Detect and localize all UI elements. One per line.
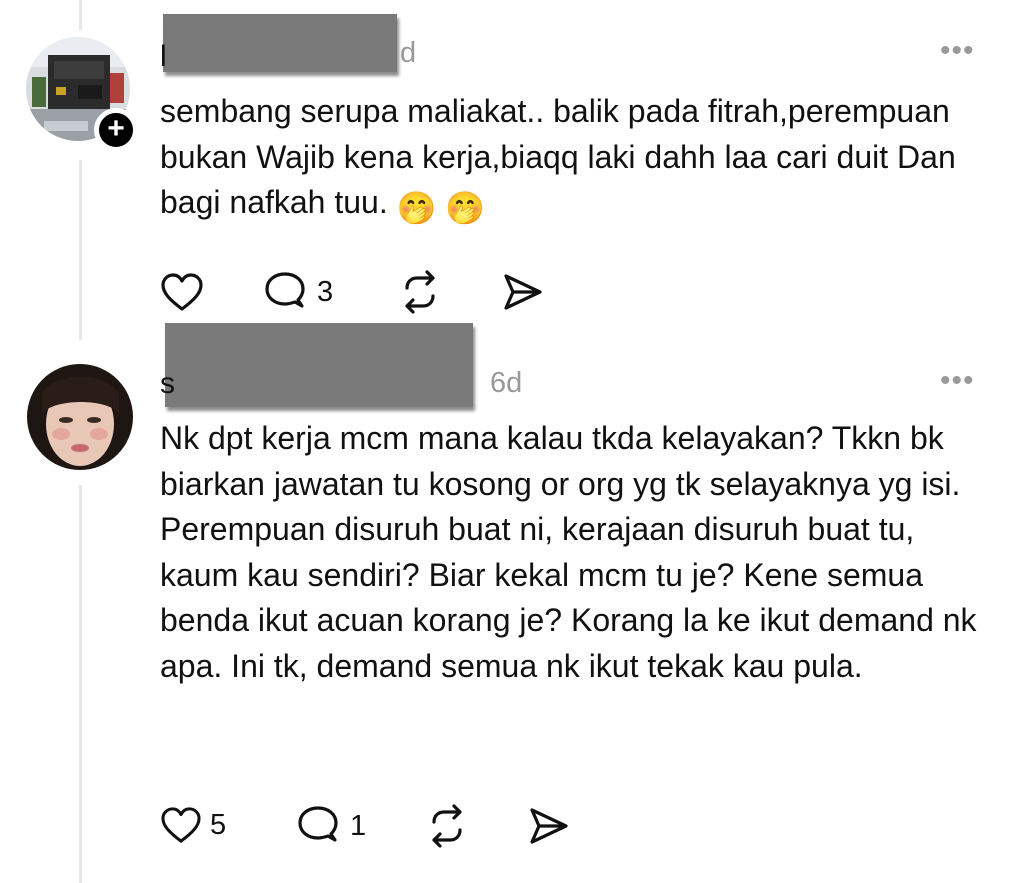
like-button[interactable]: 5 — [160, 806, 226, 844]
repost-icon — [432, 804, 462, 848]
post-text-content: sembang serupa maliakat.. balik pada fit… — [160, 93, 956, 220]
share-button[interactable] — [500, 272, 546, 312]
avatar-photo-portrait — [27, 364, 133, 470]
repost-button[interactable] — [397, 270, 443, 314]
like-button[interactable] — [160, 272, 212, 312]
reply-count: 1 — [350, 809, 367, 842]
share-icon — [504, 274, 542, 310]
heart-icon — [161, 273, 203, 311]
repost-icon — [405, 270, 435, 314]
username-tail[interactable]: s — [160, 367, 175, 401]
reply-button[interactable]: 3 — [263, 270, 333, 314]
post-text: Nk dpt kerja mcm mana kalau tkda kelayak… — [160, 416, 980, 689]
more-icon[interactable]: ••• — [940, 34, 975, 68]
reply-count: 3 — [317, 275, 334, 308]
thread-line-mid — [79, 160, 82, 340]
heart-icon — [161, 807, 201, 843]
post-text-content: Nk dpt kerja mcm mana kalau tkda kelayak… — [160, 420, 977, 684]
thread-line-top — [79, 0, 82, 30]
username-redaction — [163, 14, 397, 72]
follow-plus-icon[interactable]: + — [94, 108, 138, 152]
reply-icon — [298, 806, 338, 842]
post-timestamp[interactable]: d — [400, 37, 416, 70]
emoji-group: 🤭 🤭 — [397, 186, 486, 232]
post-timestamp[interactable]: 6d — [490, 367, 522, 400]
thread-line-bottom — [79, 485, 82, 883]
share-button[interactable] — [526, 806, 572, 846]
repost-button[interactable] — [424, 804, 470, 848]
hand-over-mouth-emoji: 🤭 — [445, 190, 486, 226]
username-tail[interactable]: l — [160, 40, 167, 74]
post-text: sembang serupa maliakat.. balik pada fit… — [160, 89, 980, 232]
hand-over-mouth-emoji: 🤭 — [396, 190, 437, 226]
username-redaction — [165, 323, 473, 407]
like-count: 5 — [210, 808, 227, 841]
more-icon[interactable]: ••• — [940, 364, 975, 398]
reply-icon — [265, 272, 305, 308]
avatar-user-2[interactable] — [27, 364, 133, 470]
share-icon — [530, 808, 568, 844]
reply-button[interactable]: 1 — [296, 804, 366, 848]
